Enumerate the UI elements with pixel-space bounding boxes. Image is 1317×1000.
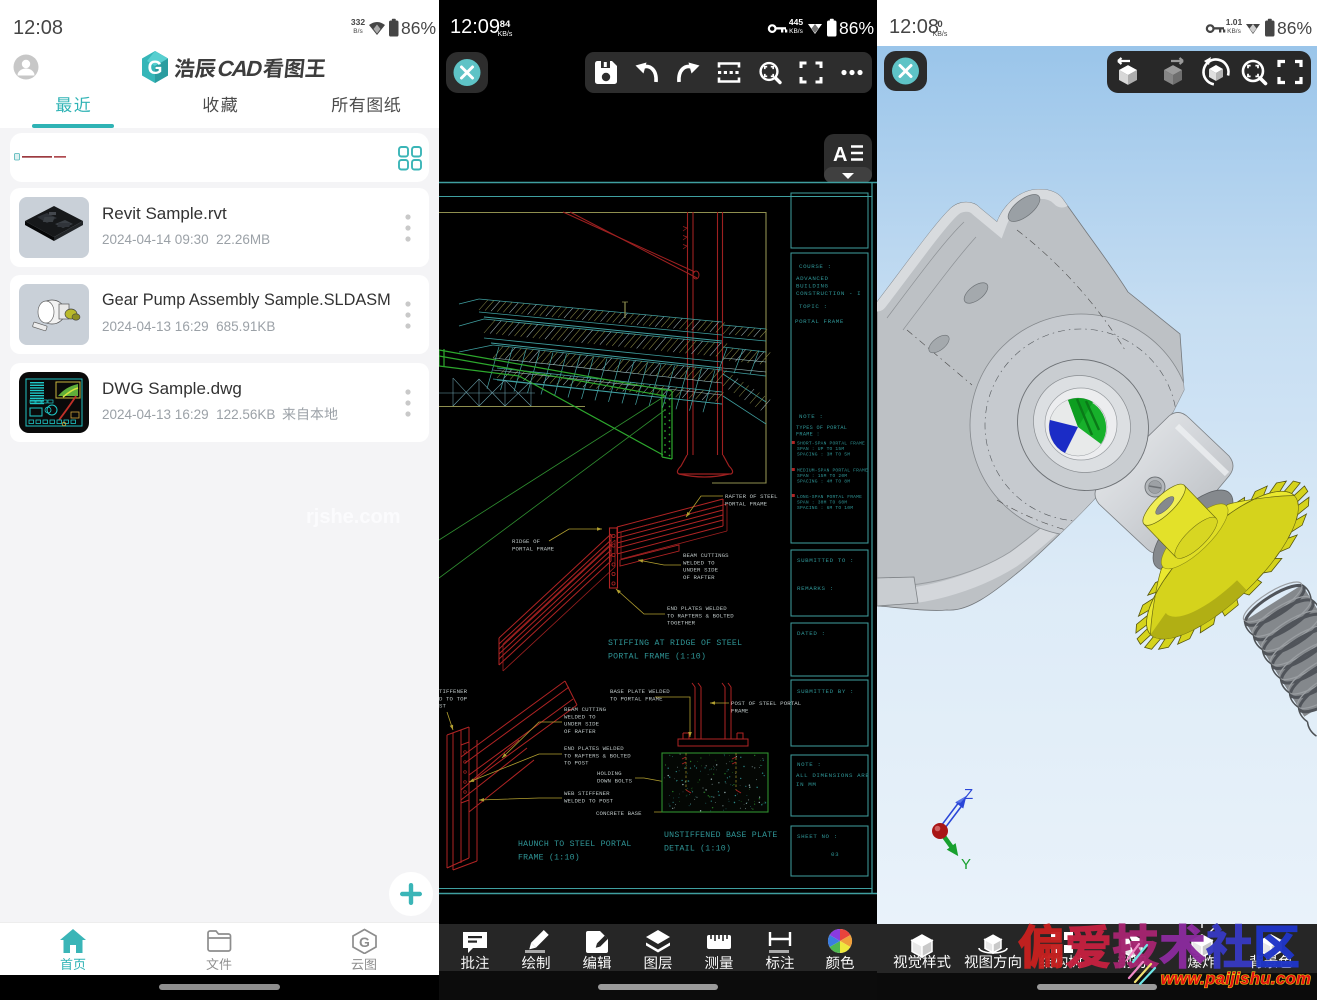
- svg-text:DOWN BOLTS: DOWN BOLTS: [597, 777, 633, 784]
- svg-text:86%: 86%: [401, 18, 436, 38]
- svg-text:REMARKS :: REMARKS :: [797, 585, 834, 592]
- svg-text:UNDER SIDE: UNDER SIDE: [564, 721, 600, 728]
- svg-text:DATED :: DATED :: [797, 630, 826, 637]
- svg-text:UNSTIFFENED BASE PLATE: UNSTIFFENED BASE PLATE: [664, 831, 778, 840]
- svg-text:CONCRETE BASE: CONCRETE BASE: [596, 810, 642, 817]
- svg-text:SPACING : 6M TO 10M: SPACING : 6M TO 10M: [797, 505, 853, 511]
- svg-text:MEDIUM-SPAN PORTAL FRAME: MEDIUM-SPAN PORTAL FRAME: [797, 468, 868, 474]
- svg-text:SPAN : 15M TO 20M: SPAN : 15M TO 20M: [797, 473, 847, 479]
- svg-text:POST OF STEEL PORTAL: POST OF STEEL PORTAL: [731, 700, 802, 707]
- svg-text:TOPIC :: TOPIC :: [799, 303, 828, 310]
- svg-text:ST: ST: [439, 703, 447, 710]
- svg-text:Z: Z: [964, 786, 973, 803]
- svg-text:SHORT-SPAN PORTAL FRAME: SHORT-SPAN PORTAL FRAME: [797, 441, 865, 447]
- svg-text:Y: Y: [961, 856, 971, 873]
- svg-text:03: 03: [831, 851, 839, 858]
- svg-text:NOTE :: NOTE :: [797, 761, 821, 768]
- svg-text:332: 332: [351, 17, 365, 27]
- svg-text:FRAME: FRAME: [731, 707, 749, 714]
- svg-text:IN MM: IN MM: [796, 781, 816, 788]
- svg-text:KB/s: KB/s: [1227, 28, 1241, 35]
- svg-text:1.01: 1.01: [1226, 17, 1243, 27]
- svg-text:STIFFING AT RIDGE OF STEEL: STIFFING AT RIDGE OF STEEL: [608, 639, 742, 648]
- svg-text:ALL DIMENSIONS ARE: ALL DIMENSIONS ARE: [796, 772, 869, 779]
- svg-text:BEAM CUTTINGS: BEAM CUTTINGS: [683, 552, 729, 559]
- svg-text:PORTAL FRAME: PORTAL FRAME: [795, 318, 844, 325]
- svg-text:TO RAFTERS & BOLTED: TO RAFTERS & BOLTED: [564, 752, 631, 759]
- svg-text:0: 0: [937, 19, 942, 30]
- svg-text:PORTAL FRAME: PORTAL FRAME: [512, 545, 555, 552]
- svg-text:TO RAFTERS & BOLTED: TO RAFTERS & BOLTED: [667, 612, 734, 619]
- svg-text:SHEET NO :: SHEET NO :: [797, 833, 838, 840]
- svg-text:HAUNCH TO STEEL PORTAL: HAUNCH TO STEEL PORTAL: [518, 840, 632, 849]
- svg-text:NOTE :: NOTE :: [799, 413, 823, 420]
- svg-text:TOGETHER: TOGETHER: [667, 620, 696, 627]
- svg-text:SUBMITTED TO :: SUBMITTED TO :: [797, 557, 854, 564]
- svg-text:TYPES OF PORTAL: TYPES OF PORTAL: [796, 425, 847, 431]
- svg-text:www.paijishu.com: www.paijishu.com: [1161, 969, 1312, 988]
- svg-text:WELDED TO: WELDED TO: [683, 559, 715, 566]
- svg-text:END PLATES WELDED: END PLATES WELDED: [667, 605, 727, 612]
- svg-text:UNDER SIDE: UNDER SIDE: [683, 567, 719, 574]
- svg-text:OF RAFTER: OF RAFTER: [564, 728, 596, 735]
- svg-text:HOLDING: HOLDING: [597, 770, 622, 777]
- svg-text:SPACING : 4M TO 8M: SPACING : 4M TO 8M: [797, 479, 850, 485]
- svg-text:SPAN : UP TO 15M: SPAN : UP TO 15M: [797, 446, 844, 452]
- svg-text:SPAN : 30M TO 60M: SPAN : 30M TO 60M: [797, 500, 847, 506]
- svg-text:COURSE :: COURSE :: [799, 263, 832, 270]
- svg-text:86%: 86%: [1277, 18, 1312, 38]
- svg-text:RIDGE OF: RIDGE OF: [512, 538, 541, 545]
- svg-text:PORTAL FRAME (1:10): PORTAL FRAME (1:10): [608, 652, 706, 662]
- svg-text:TO POST: TO POST: [564, 760, 589, 767]
- svg-text:BASE PLATE WELDED: BASE PLATE WELDED: [610, 688, 670, 695]
- svg-text:G: G: [359, 934, 370, 950]
- svg-text:CAD: CAD: [217, 56, 263, 81]
- svg-text:LONG-SPAN PORTAL FRAME: LONG-SPAN PORTAL FRAME: [797, 494, 862, 500]
- svg-text:TO PORTAL FRAME: TO PORTAL FRAME: [610, 695, 663, 702]
- svg-text:G: G: [148, 58, 163, 79]
- svg-text:B/s: B/s: [353, 28, 363, 35]
- svg-text:WELDED TO POST: WELDED TO POST: [564, 797, 614, 804]
- svg-text:FRAME :: FRAME :: [796, 432, 820, 438]
- svg-text:BUILDING: BUILDING: [796, 283, 829, 290]
- svg-text:END PLATES WELDED: END PLATES WELDED: [564, 745, 624, 752]
- svg-text:CONSTRUCTION - I: CONSTRUCTION - I: [796, 290, 861, 297]
- svg-text:DETAIL (1:10): DETAIL (1:10): [664, 844, 731, 854]
- svg-text:KB/s: KB/s: [933, 31, 948, 38]
- svg-text:SUBMITTED BY :: SUBMITTED BY :: [797, 688, 854, 695]
- svg-text:OF RAFTER: OF RAFTER: [683, 574, 715, 581]
- svg-text:D TO TOP: D TO TOP: [439, 695, 468, 702]
- svg-text:PORTAL FRAME: PORTAL FRAME: [725, 500, 768, 507]
- svg-text:FRAME (1:10): FRAME (1:10): [518, 853, 580, 863]
- svg-text:BEAM CUTTING: BEAM CUTTING: [564, 706, 607, 713]
- svg-text:WELDED TO: WELDED TO: [564, 713, 596, 720]
- svg-text:WEB STIFFENER: WEB STIFFENER: [564, 790, 610, 797]
- svg-text:RAFTER OF STEEL: RAFTER OF STEEL: [725, 493, 778, 500]
- svg-text:TIFFENER: TIFFENER: [439, 688, 468, 695]
- svg-text:ADVANCED: ADVANCED: [796, 275, 829, 282]
- svg-text:SPACING : 3M TO 5M: SPACING : 3M TO 5M: [797, 452, 850, 458]
